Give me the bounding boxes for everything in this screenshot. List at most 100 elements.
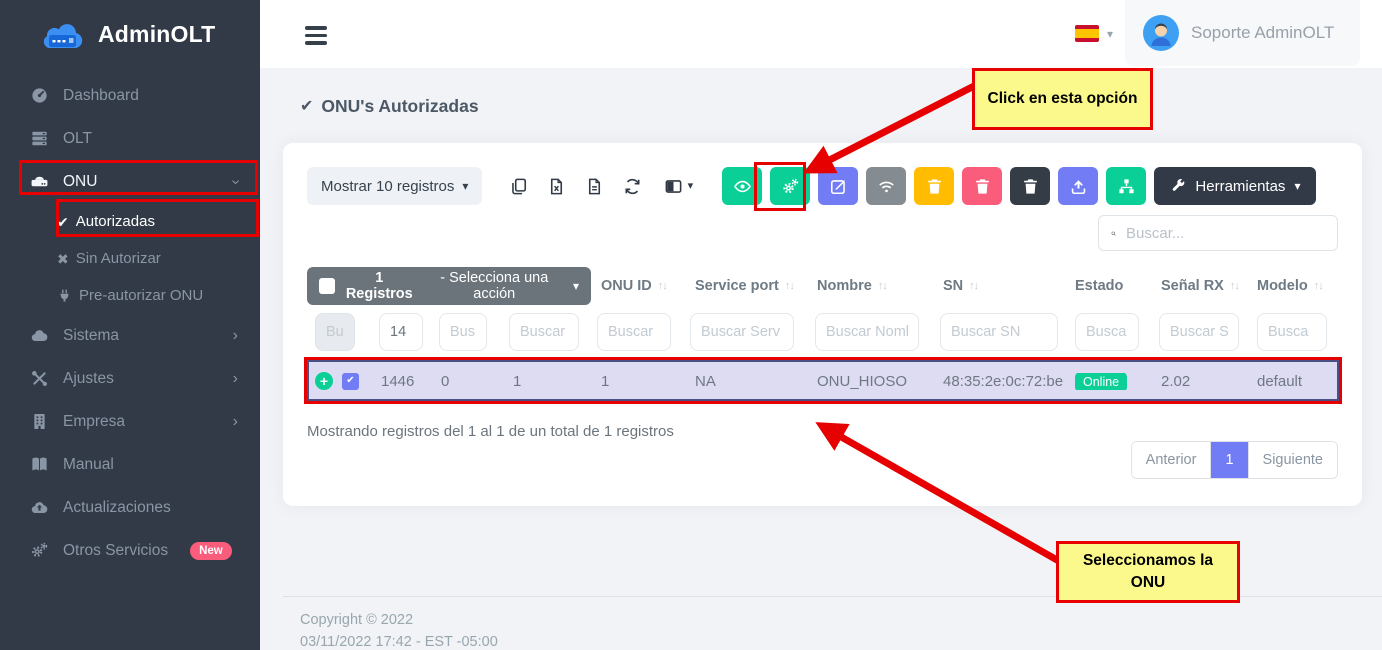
- network-button[interactable]: [1106, 167, 1146, 205]
- sidebar-item-actualizaciones[interactable]: Actualizaciones: [0, 486, 260, 529]
- sidebar-item-otros-servicios[interactable]: Otros Servicios New: [0, 529, 260, 572]
- trash-icon: [925, 177, 944, 196]
- sidebar-item-empresa[interactable]: Empresa ›: [0, 400, 260, 443]
- tools-dropdown[interactable]: Herramientas ▾: [1154, 167, 1316, 205]
- column-header-service-port[interactable]: Service port↑↓: [685, 278, 807, 294]
- export-file-button[interactable]: [580, 167, 609, 205]
- sidebar-item-sin-autorizar[interactable]: ✖ Sin Autorizar: [0, 240, 260, 277]
- x-icon: ✖: [57, 252, 69, 266]
- delete-warning-button[interactable]: [914, 167, 954, 205]
- trash-icon: [973, 177, 992, 196]
- sidebar-item-dashboard[interactable]: Dashboard: [0, 74, 260, 117]
- sort-icon: ↑↓: [658, 280, 667, 292]
- caret-down-icon: ▾: [688, 181, 694, 192]
- refresh-icon: [623, 177, 642, 196]
- check-icon: ✔: [57, 215, 69, 229]
- sort-icon: ↑↓: [969, 280, 978, 292]
- records-summary: Mostrando registros del 1 al 1 de un tot…: [307, 423, 674, 440]
- cell-service-port: NA: [685, 373, 807, 390]
- filter-controls-input: [315, 313, 355, 351]
- column-header-senal-rx[interactable]: Señal RX↑↓: [1151, 278, 1247, 294]
- annotation-note-select: Seleccionamos la ONU: [1056, 541, 1240, 603]
- show-entries-dropdown[interactable]: Mostrar 10 registros ▾: [307, 167, 482, 205]
- user-menu[interactable]: Soporte AdminOLT: [1125, 0, 1360, 66]
- brand[interactable]: AdminOLT: [0, 0, 260, 66]
- search-box: [1098, 215, 1338, 251]
- filter-slot-input[interactable]: [439, 313, 487, 351]
- footer-datetime: 03/11/2022 17:42 - EST -05:00: [300, 634, 498, 650]
- filter-id-input[interactable]: [379, 313, 423, 351]
- configure-onu-button[interactable]: [770, 167, 810, 205]
- file-text-icon: [585, 177, 604, 196]
- edit-icon: [829, 177, 848, 196]
- column-header-sn[interactable]: SN↑↓: [933, 278, 1065, 294]
- sidebar-item-olt[interactable]: OLT: [0, 117, 260, 160]
- pagination-next[interactable]: Siguiente: [1248, 442, 1337, 478]
- row-controls: + ✔: [307, 372, 371, 390]
- sidebar-item-label: Actualizaciones: [63, 499, 171, 517]
- avatar: [1143, 15, 1179, 51]
- column-header-modelo[interactable]: Modelo↑↓: [1247, 278, 1333, 294]
- sort-icon: ↑↓: [1230, 280, 1239, 292]
- select-all-checkbox[interactable]: [319, 278, 335, 294]
- column-header-estado[interactable]: Estado: [1065, 278, 1151, 294]
- action-buttons: Herramientas ▾: [722, 167, 1316, 205]
- table-header: 1 Registros - Selecciona una acción ▾ ON…: [307, 267, 1338, 305]
- filter-estado-input[interactable]: [1075, 313, 1139, 351]
- sidebar-item-label: Ajustes: [63, 370, 114, 388]
- cell-slot: 0: [431, 373, 503, 390]
- screen: AdminOLT Dashboard OLT ONU: [0, 0, 1382, 650]
- view-onu-button[interactable]: [722, 167, 762, 205]
- status-badge: Online: [1075, 373, 1127, 390]
- table-card: Mostrar 10 registros ▾: [283, 143, 1362, 506]
- delete-danger-button[interactable]: [962, 167, 1002, 205]
- upload-button[interactable]: [1058, 167, 1098, 205]
- expand-row-icon[interactable]: +: [315, 372, 333, 390]
- copy-icon: [509, 177, 528, 196]
- sidebar-item-label: Pre-autorizar ONU: [79, 287, 203, 304]
- eye-icon: [733, 177, 752, 196]
- filter-port-input[interactable]: [509, 313, 579, 351]
- sitemap-icon: [1117, 177, 1136, 196]
- caret-down-icon: ▾: [1294, 180, 1300, 192]
- filter-sn-input[interactable]: [940, 313, 1058, 351]
- pagination-page-1[interactable]: 1: [1210, 442, 1247, 478]
- sort-icon: ↑↓: [785, 280, 794, 292]
- filter-onu-id-input[interactable]: [597, 313, 671, 351]
- row-checkbox[interactable]: ✔: [342, 373, 359, 390]
- column-header-nombre[interactable]: Nombre↑↓: [807, 278, 933, 294]
- sidebar-item-sistema[interactable]: Sistema ›: [0, 314, 260, 357]
- wifi-button[interactable]: [866, 167, 906, 205]
- sidebar-item-manual[interactable]: Manual: [0, 443, 260, 486]
- sidebar-item-onu[interactable]: ONU ›: [0, 160, 260, 203]
- export-excel-button[interactable]: [542, 167, 571, 205]
- search-input[interactable]: [1126, 225, 1325, 242]
- bulk-action-dropdown[interactable]: 1 Registros - Selecciona una acción ▾: [307, 267, 591, 305]
- filter-modelo-input[interactable]: [1257, 313, 1327, 351]
- column-header-onu-id[interactable]: ONU ID↑↓: [591, 278, 685, 294]
- footer-copyright: Copyright © 2022: [300, 612, 413, 628]
- caret-down-icon: ▾: [573, 280, 579, 292]
- sidebar-item-label: Empresa: [63, 413, 125, 431]
- sidebar-item-autorizadas[interactable]: ✔ Autorizadas: [0, 203, 260, 240]
- column-visibility-dropdown[interactable]: ▾: [656, 167, 700, 205]
- cloud-icon: [30, 326, 49, 345]
- table-row[interactable]: + ✔ 1446 0 1 1 NA ONU_HIOSO 48:35:2e:0c:…: [307, 360, 1342, 402]
- filter-senal-input[interactable]: [1159, 313, 1239, 351]
- language-selector[interactable]: ▾: [1075, 25, 1113, 42]
- sidebar-item-ajustes[interactable]: Ajustes ›: [0, 357, 260, 400]
- columns-icon: [664, 177, 683, 196]
- chevron-right-icon: ›: [233, 413, 238, 431]
- sidebar-item-pre-autorizar[interactable]: Pre-autorizar ONU: [0, 277, 260, 314]
- filter-service-port-input[interactable]: [690, 313, 794, 351]
- filter-nombre-input[interactable]: [815, 313, 919, 351]
- edit-onu-button[interactable]: [818, 167, 858, 205]
- refresh-button[interactable]: [618, 167, 647, 205]
- delete-dark-button[interactable]: [1010, 167, 1050, 205]
- cell-modelo: default: [1247, 373, 1333, 390]
- copy-button[interactable]: [504, 167, 533, 205]
- sidebar-nav: Dashboard OLT ONU › ✔ Autorizadas: [0, 74, 260, 572]
- sidebar-item-label: Manual: [63, 456, 114, 474]
- pagination-prev[interactable]: Anterior: [1132, 442, 1211, 478]
- menu-toggle-button[interactable]: [305, 26, 327, 45]
